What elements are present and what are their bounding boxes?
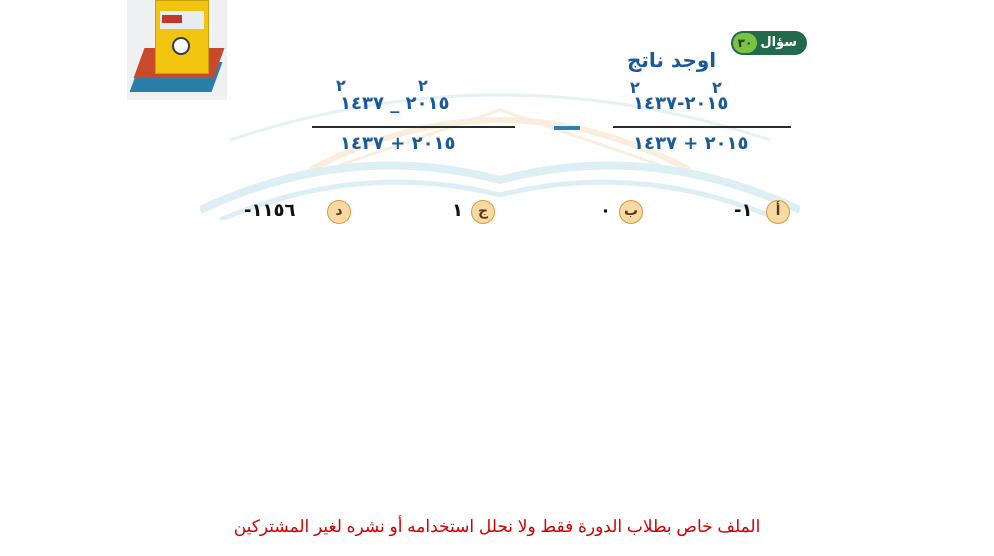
question-badge: سؤال ٣٠	[731, 31, 807, 55]
right-fraction-denominator: ٢٠١٥ + ١٤٣٧	[633, 133, 749, 154]
choice-a-letter[interactable]: أ	[766, 200, 790, 224]
choice-c-value: ١	[452, 200, 463, 221]
choice-c-letter[interactable]: ج	[471, 200, 495, 224]
left-fraction-denominator: ٢٠١٥ + ١٤٣٧	[340, 133, 456, 154]
left-fraction-numerator: ٢٠١٥ _ ١٤٣٧	[340, 93, 450, 114]
minus-operator	[554, 126, 580, 130]
footer-disclaimer: الملف خاص بطلاب الدورة فقط ولا نحلل استخ…	[233, 517, 761, 536]
choice-a-value: -١	[734, 200, 753, 221]
left-fraction-bar	[312, 126, 515, 128]
choice-d-letter[interactable]: د	[327, 200, 351, 224]
question-title: اوجد ناتج	[627, 48, 717, 72]
question-badge-label: سؤال	[760, 35, 797, 50]
question-number: ٣٠	[733, 33, 757, 53]
choice-b-value: ٠	[600, 200, 611, 221]
choice-b-letter[interactable]: ب	[619, 200, 643, 224]
right-fraction-numerator: ٢٠١٥-١٤٣٧	[633, 93, 729, 114]
right-fraction-bar	[613, 126, 791, 128]
choice-d-value: -١١٥٦	[244, 200, 296, 221]
